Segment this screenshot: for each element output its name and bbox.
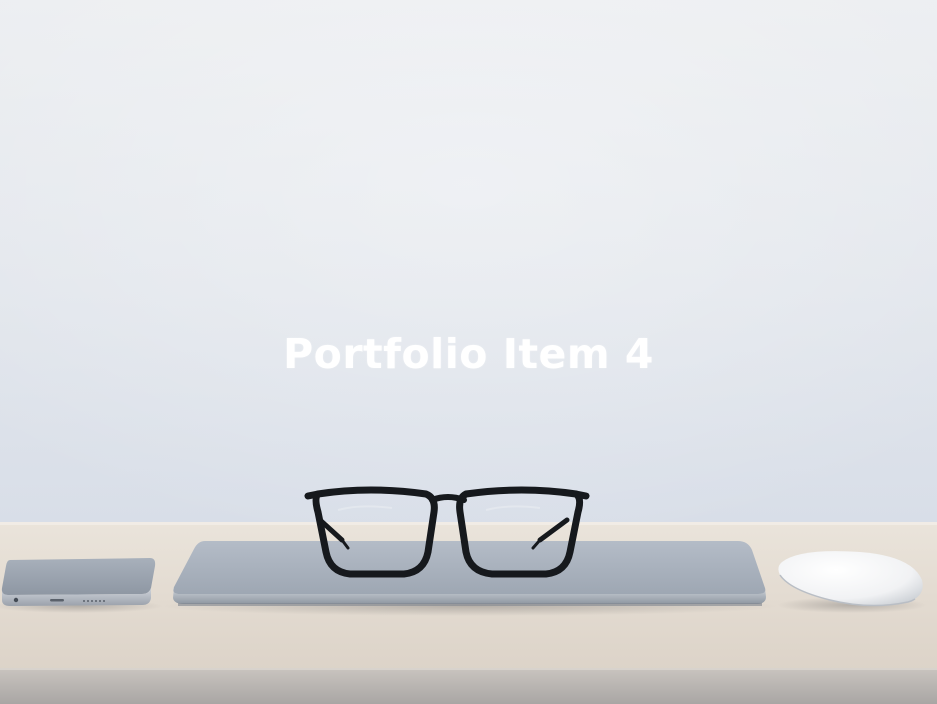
phone-graphic [1,558,156,606]
portfolio-item-title: Portfolio Item 4 [283,330,654,378]
portfolio-card[interactable]: Portfolio Item 4 [0,0,937,704]
laptop-graphic [173,541,766,606]
